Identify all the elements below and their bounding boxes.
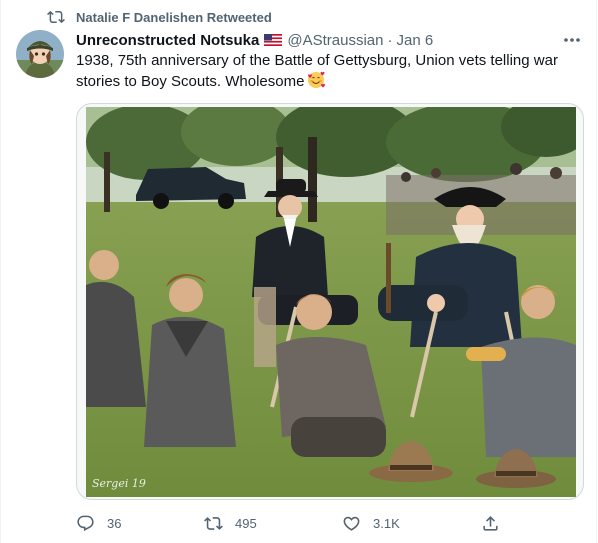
author-handle[interactable]: @AStraussian <box>287 32 383 49</box>
retweet-icon <box>204 516 223 530</box>
share-button[interactable] <box>481 513 500 533</box>
tweet-text-block: 1938, 75th anniversary of the Battle of … <box>76 51 581 92</box>
smiling-face-with-hearts-icon <box>308 71 326 88</box>
tweet-photo: Sergei 19 <box>86 107 576 497</box>
like-count: 3.1K <box>373 515 400 531</box>
avatar-image <box>16 30 64 78</box>
retweet-icon <box>47 10 65 24</box>
retweet-context[interactable]: Natalie F Danelishen Retweeted <box>47 8 272 26</box>
reply-icon <box>77 515 94 531</box>
photo-watermark: Sergei 19 <box>92 477 146 490</box>
us-flag-icon <box>264 34 283 46</box>
retweet-button[interactable]: 495 <box>204 513 257 533</box>
tweet-header: Unreconstructed Notsuka @AStraussian · J… <box>76 30 433 50</box>
retweet-count: 495 <box>235 515 257 531</box>
avatar[interactable] <box>16 30 64 78</box>
share-icon <box>483 515 498 531</box>
more-dots-icon <box>564 38 580 42</box>
more-options-button[interactable] <box>562 32 582 48</box>
retweeted-by-label: Natalie F Danelishen Retweeted <box>76 9 272 25</box>
reply-count: 36 <box>107 515 122 531</box>
like-button[interactable]: 3.1K <box>342 513 400 533</box>
right-border <box>596 0 597 543</box>
author-name[interactable]: Unreconstructed Notsuka <box>76 32 259 49</box>
reply-button[interactable]: 36 <box>76 513 121 533</box>
left-border <box>0 0 1 543</box>
tweet-media[interactable]: Sergei 19 <box>76 103 584 500</box>
separator-dot: · <box>387 31 393 49</box>
tweet-date[interactable]: Jan 6 <box>396 32 433 49</box>
heart-icon <box>343 516 360 531</box>
tweet-actions: 36 495 3.1K <box>76 513 506 533</box>
